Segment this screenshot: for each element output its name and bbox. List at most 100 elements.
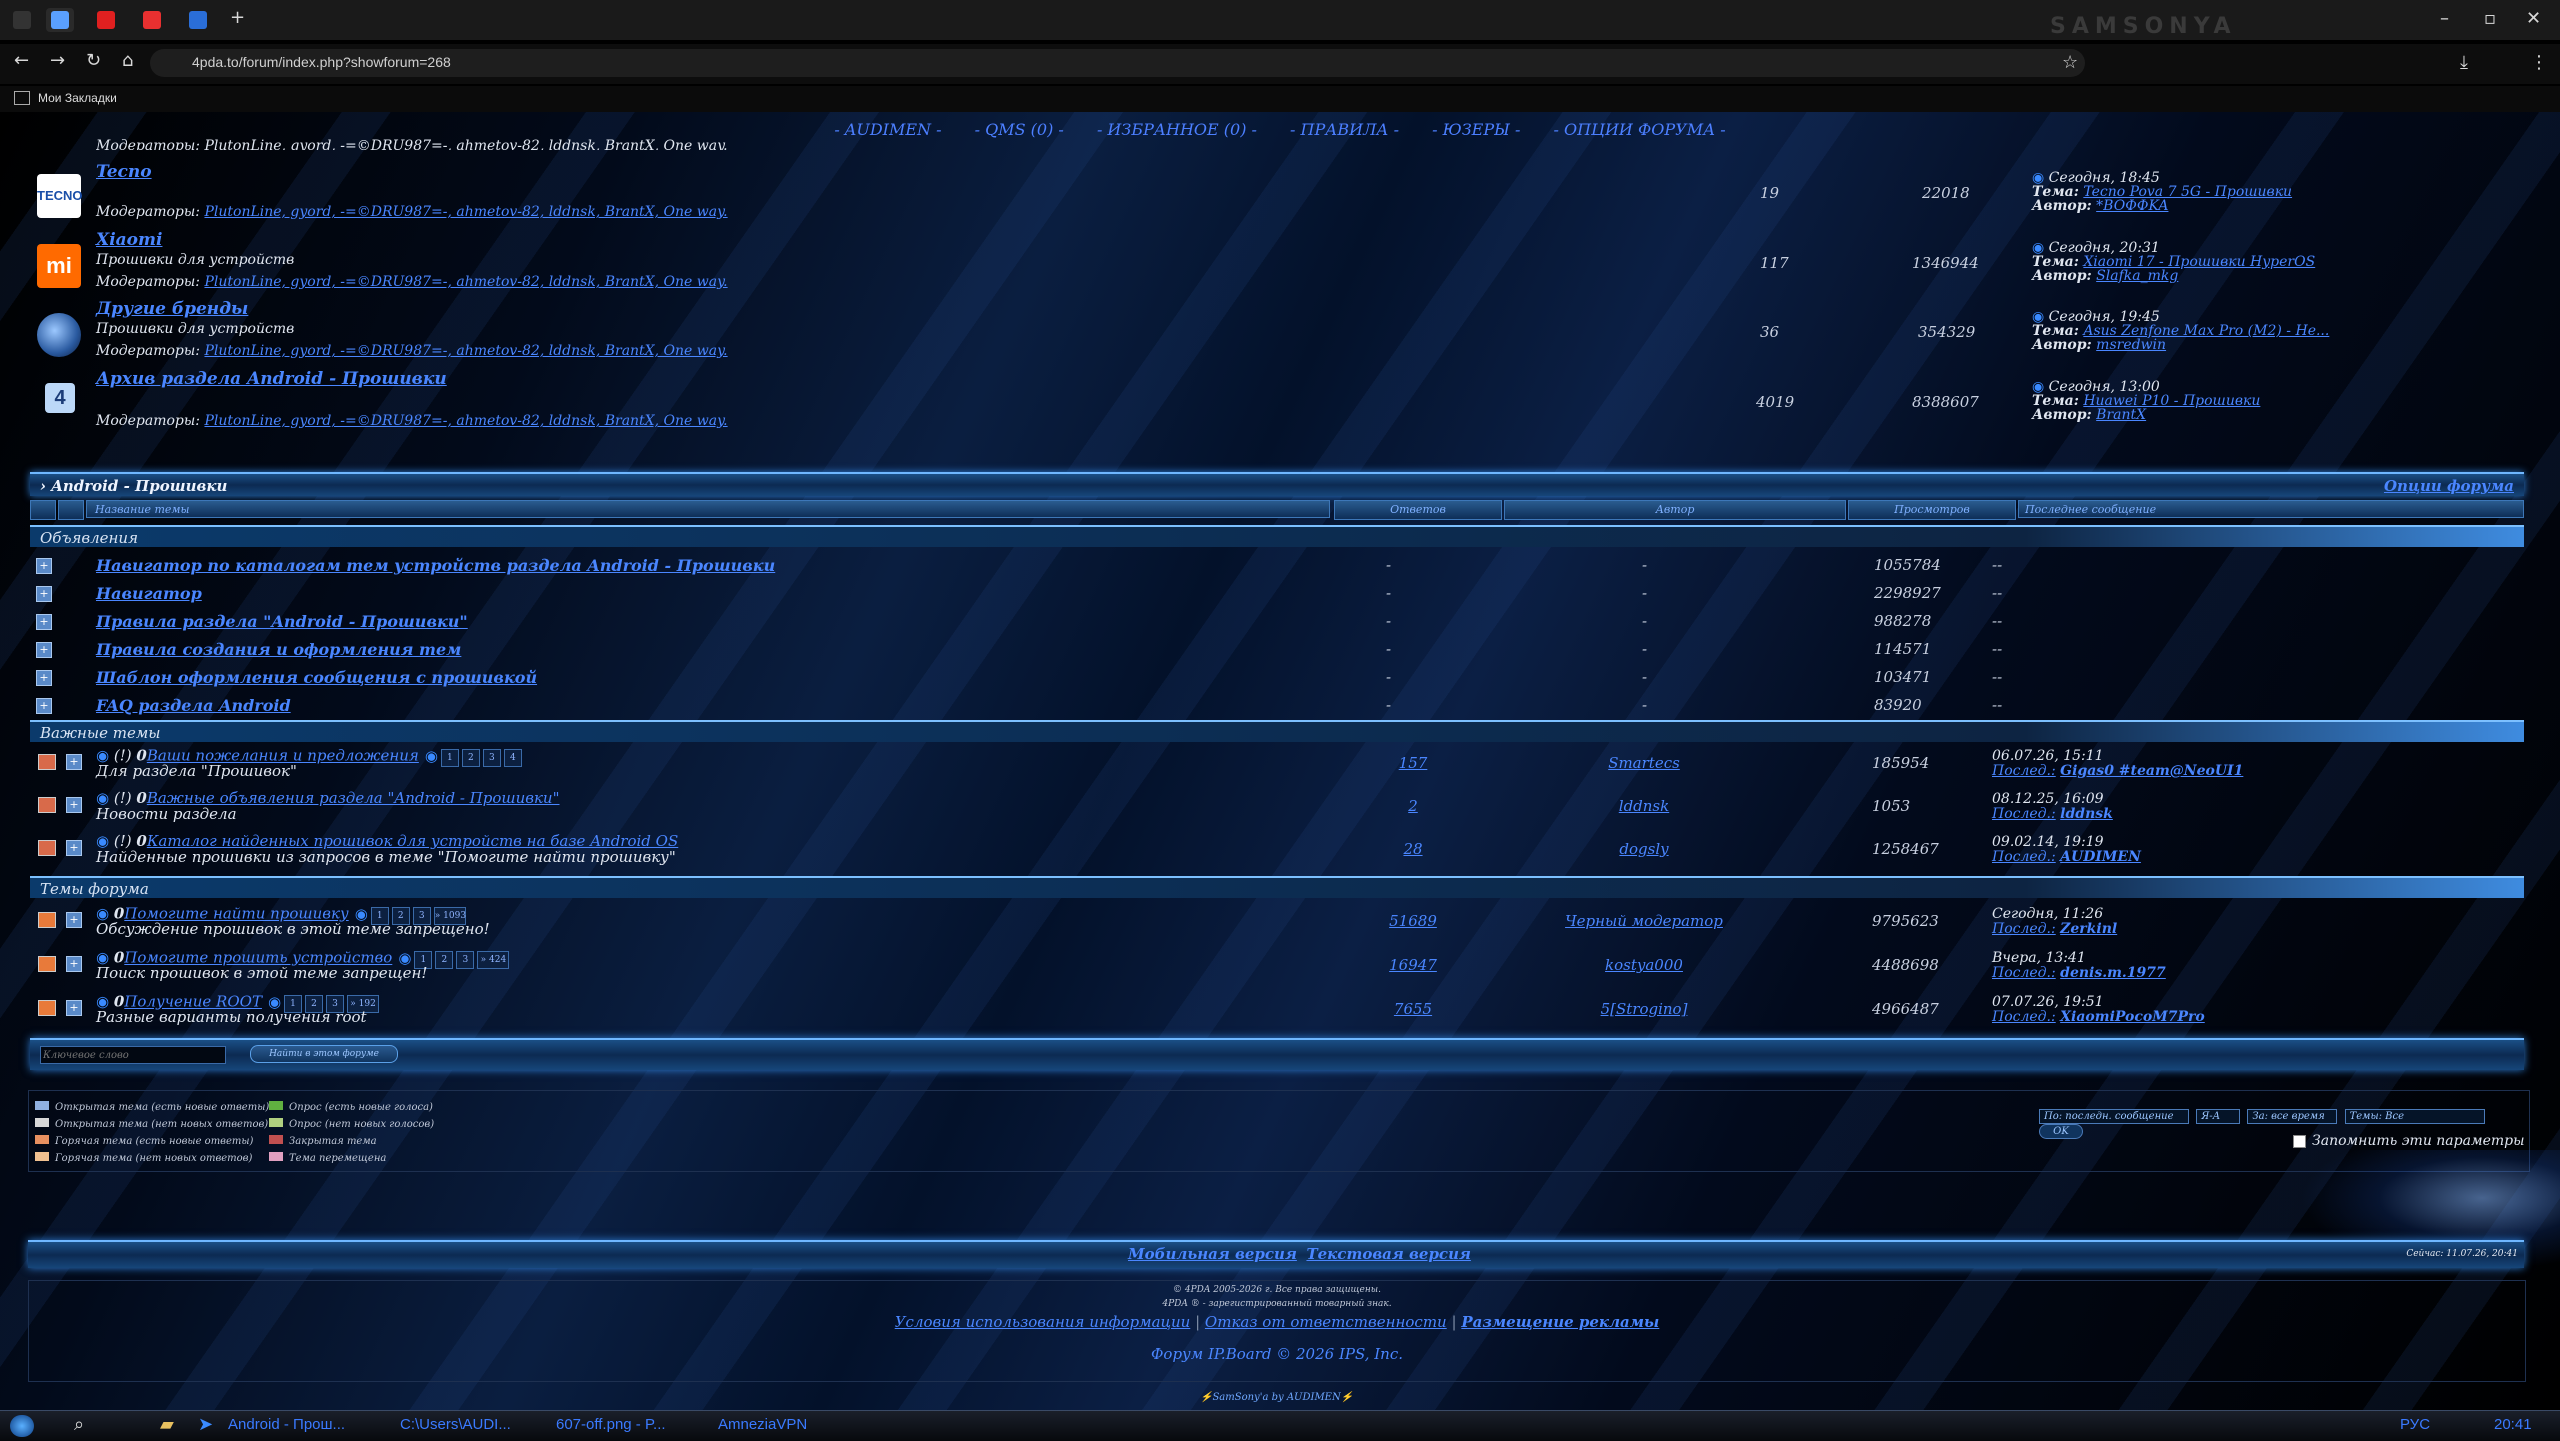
new-tab-button[interactable]: + [230,7,245,28]
announcement-title[interactable]: Навигатор по каталогам тем устройств раз… [96,556,775,575]
last-post-author[interactable]: msredwin [2096,337,2166,353]
subforum-title[interactable]: Архив раздела Android - Прошивки [96,369,447,389]
search-button[interactable]: Найти в этом форуме [250,1045,398,1063]
col-title[interactable]: Название темы [86,500,1330,518]
tab-vk[interactable] [184,8,212,32]
announcement-title[interactable]: Шаблон оформления сообщения с прошивкой [96,668,537,687]
topic-replies[interactable]: 16947 [1368,956,1458,974]
folder-icon[interactable]: ▰ [160,1414,174,1435]
plus-icon[interactable]: + [36,642,52,658]
subforum-title[interactable]: Tecno [96,162,152,182]
minimize-icon[interactable]: – [2440,8,2449,29]
col-last-post[interactable]: Последнее сообщение [2018,500,2524,518]
announcement-title[interactable]: FAQ раздела Android [96,696,291,715]
topic-author[interactable]: Черный модератор [1504,912,1784,930]
taskbar-item-explorer[interactable]: C:\Users\AUDI... [400,1413,530,1437]
topic-replies[interactable]: 7655 [1368,1000,1458,1018]
topic-replies[interactable]: 157 [1368,754,1458,772]
downloads-icon[interactable]: ⤓ [2460,52,2468,73]
topic-author[interactable]: 5[Strogino] [1504,1000,1784,1018]
url-text[interactable]: 4pda.to/forum/index.php?showforum=268 [192,54,451,70]
terms-link[interactable]: Условия использования информации [895,1313,1191,1331]
last-post-label[interactable]: Послед.: [1992,921,2056,937]
last-post-label[interactable]: Послед.: [1992,806,2056,822]
subforum-title[interactable]: Другие бренды [96,299,248,319]
last-post-label[interactable]: Послед.: [1992,763,2056,779]
announcement-title[interactable]: Правила создания и оформления тем [96,640,461,659]
last-poster[interactable]: Zerkinl [2060,921,2117,937]
last-poster[interactable]: XiaomiPocoM7Pro [2060,1009,2205,1025]
topic-replies[interactable]: 51689 [1368,912,1458,930]
tab-red[interactable] [138,8,166,32]
language-indicator[interactable]: РУС [2400,1413,2440,1437]
last-poster[interactable]: denis.m.1977 [2060,965,2166,981]
sort-by-select[interactable]: По: последн. сообщение [2039,1109,2189,1124]
nav-item[interactable]: - QMS (0) - [975,120,1064,139]
taskbar-item-browser[interactable]: Android - Прош... [228,1413,378,1437]
mobile-version-link[interactable]: Мобильная версия [1128,1245,1297,1263]
menu-icon[interactable]: ⋮ [2530,52,2548,73]
topic-author[interactable]: dogsly [1504,840,1784,858]
page-link[interactable]: » 424 [477,951,510,969]
plus-icon[interactable]: + [66,956,82,972]
tab-menu-icon[interactable] [8,8,36,32]
plus-icon[interactable]: + [66,840,82,856]
plus-icon[interactable]: + [36,698,52,714]
topic-author[interactable]: lddnsk [1504,797,1784,815]
forward-icon[interactable]: → [50,50,65,71]
plus-icon[interactable]: + [36,558,52,574]
topic-author[interactable]: Smartecs [1504,754,1784,772]
subforum-title[interactable]: Xiaomi [96,230,162,250]
last-post-author[interactable]: Slafka_mkg [2096,268,2178,284]
topic-replies[interactable]: 2 [1368,797,1458,815]
moderators-list[interactable]: PlutonLine, gyord, -=©DRU987=-, ahmetov-… [204,343,727,359]
plus-icon[interactable]: + [66,797,82,813]
last-poster[interactable]: lddnsk [2060,806,2113,822]
star-icon[interactable]: ☆ [2062,52,2078,73]
last-poster[interactable]: AUDIMEN [2060,849,2141,865]
col-author[interactable]: Автор [1504,500,1846,520]
sort-period-select[interactable]: За: все время [2247,1109,2338,1124]
page-link[interactable]: 3 [482,749,501,767]
plus-icon[interactable]: + [66,1000,82,1016]
col-views[interactable]: Просмотров [1848,500,2016,520]
close-icon[interactable]: ✕ [2526,8,2541,29]
last-post-label[interactable]: Послед.: [1992,849,2056,865]
last-post-label[interactable]: Послед.: [1992,1009,2056,1025]
back-icon[interactable]: ← [14,50,29,71]
page-link[interactable]: 3 [456,951,475,969]
nav-item[interactable]: - AUDIMEN - [834,120,941,139]
announcement-title[interactable]: Правила раздела "Android - Прошивки" [96,612,468,631]
start-icon[interactable] [10,1415,34,1437]
announcement-title[interactable]: Навигатор [96,584,202,603]
moderators-list[interactable]: PlutonLine, gyord, -=©DRU987=-, ahmetov-… [204,413,727,429]
maximize-icon[interactable]: ▫ [2484,8,2496,29]
forum-options-link[interactable]: Опции форума [2384,477,2514,495]
search-icon[interactable]: ⌕ [74,1414,84,1435]
sort-type-select[interactable]: Темы: Все [2344,1109,2485,1124]
nav-item[interactable]: - ОПЦИИ ФОРУМА - [1553,120,1725,139]
tab-youtube[interactable] [92,8,120,32]
last-post-label[interactable]: Послед.: [1992,965,2056,981]
moderators-list[interactable]: PlutonLine, gyord, -=©DRU987=-, ahmetov-… [204,274,727,290]
sort-go-button[interactable]: OK [2039,1124,2083,1139]
plus-icon[interactable]: + [36,670,52,686]
reload-icon[interactable]: ↻ [86,50,101,71]
page-link[interactable]: 2 [435,951,454,969]
taskbar-item-vpn[interactable]: AmneziaVPN [718,1413,838,1437]
moderators-list[interactable]: PlutonLine, gyord, -=©DRU987=-, ahmetov-… [204,204,727,220]
plus-icon[interactable]: + [36,586,52,602]
last-post-author[interactable]: BrantX [2096,407,2146,423]
skin-credit-text[interactable]: SamSony'a by AUDIMEN [1212,1392,1340,1403]
nav-item[interactable]: - ПРАВИЛА - [1290,120,1399,139]
page-link[interactable]: 1 [440,749,459,767]
topic-replies[interactable]: 28 [1368,840,1458,858]
home-icon[interactable]: ⌂ [122,50,133,71]
telegram-icon[interactable]: ➤ [198,1414,213,1435]
nav-item[interactable]: - ЮЗЕРЫ - [1432,120,1520,139]
bookmarks-folder[interactable]: Мои Закладки [38,91,117,105]
search-input[interactable] [40,1046,226,1064]
col-replies[interactable]: Ответов [1334,500,1502,520]
ads-link[interactable]: Размещение рекламы [1461,1313,1659,1331]
tab-4pda[interactable] [46,8,74,32]
